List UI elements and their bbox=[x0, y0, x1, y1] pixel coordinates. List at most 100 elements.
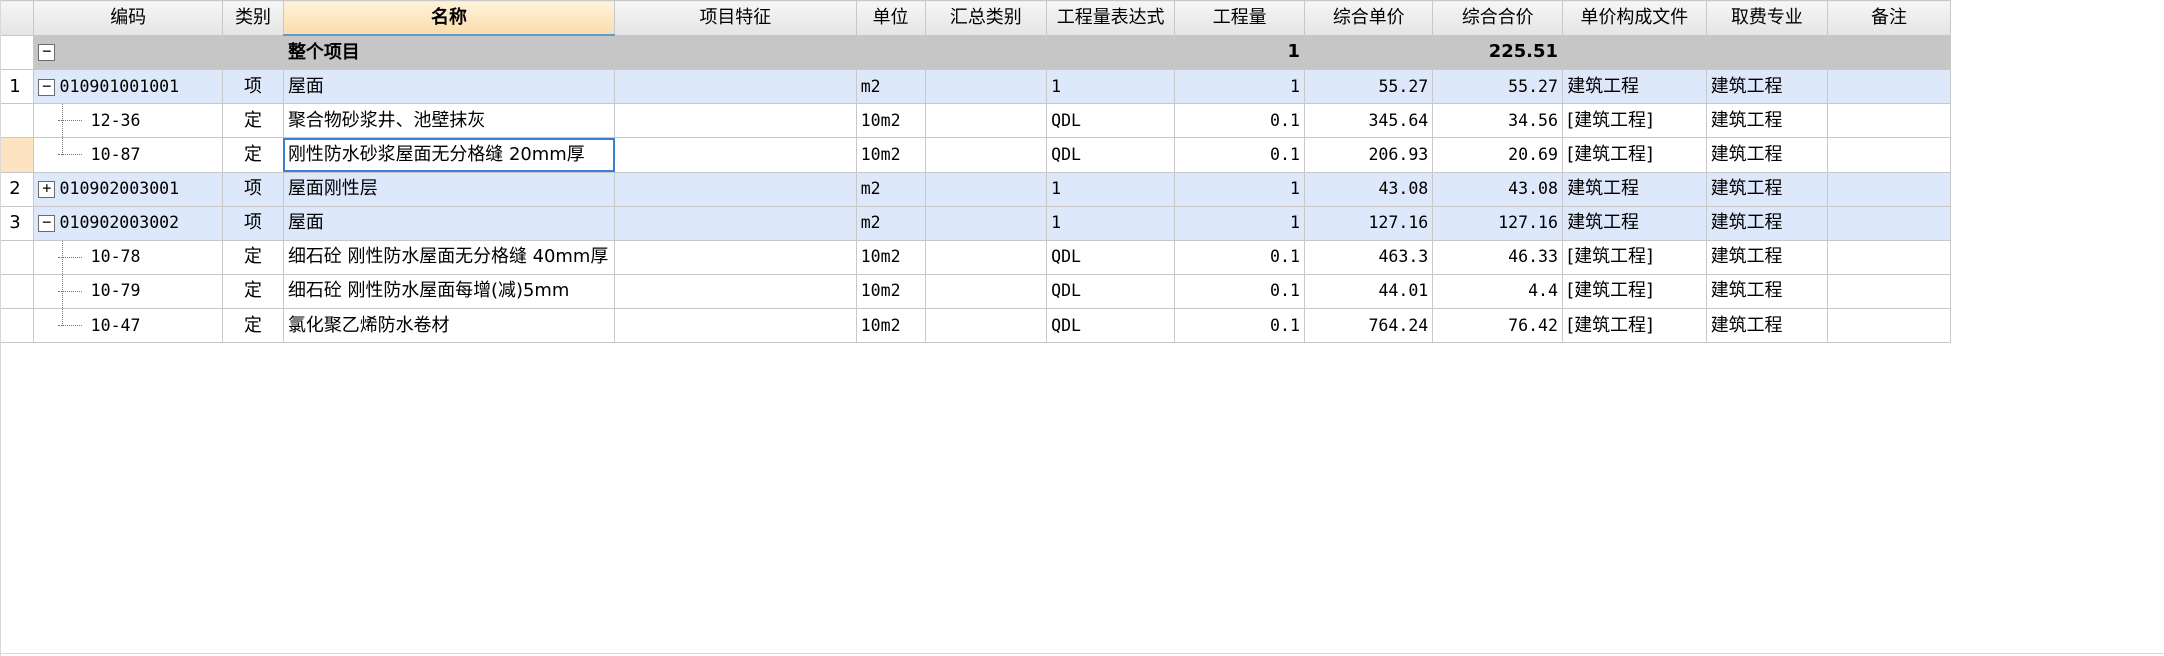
feature-cell[interactable] bbox=[614, 103, 857, 139]
fee-major-cell[interactable]: 建筑工程 bbox=[1705, 205, 1829, 241]
feature-cell[interactable] bbox=[614, 273, 857, 309]
note-cell[interactable] bbox=[1827, 137, 1951, 173]
unit-cell[interactable]: 10m2 bbox=[855, 103, 926, 139]
table-row[interactable]: 10-47 定 氯化聚乙烯防水卷材 10m2 QDL 0.1 764.24 76… bbox=[0, 307, 1951, 344]
col-header-name[interactable]: 名称 bbox=[282, 0, 616, 37]
col-header-unit-price[interactable]: 综合单价 bbox=[1304, 0, 1434, 36]
collapse-icon[interactable]: − bbox=[38, 43, 56, 61]
code-cell[interactable]: 10-79 bbox=[33, 273, 224, 309]
table-row[interactable]: 10-78 定 细石砼 刚性防水屋面无分格缝 40mm厚 10m2 QDL 0.… bbox=[0, 239, 1951, 275]
unit-price-cell[interactable]: 206.93 bbox=[1304, 137, 1434, 173]
name-cell[interactable]: 屋面 bbox=[282, 205, 616, 241]
code-cell[interactable]: +010902003001 bbox=[33, 171, 224, 207]
col-header-quantity-expression[interactable]: 工程量表达式 bbox=[1046, 0, 1176, 36]
code-cell[interactable]: 10-78 bbox=[33, 239, 224, 275]
code-cell[interactable]: −010901001001 bbox=[33, 69, 224, 105]
row-number-cell[interactable] bbox=[0, 307, 35, 344]
summary-cell[interactable] bbox=[924, 69, 1047, 105]
quantity-cell[interactable]: 1 bbox=[1174, 69, 1306, 105]
fee-major-cell[interactable] bbox=[1705, 34, 1829, 71]
unit-price-cell[interactable] bbox=[1304, 34, 1434, 71]
quantity-cell[interactable]: 0.1 bbox=[1174, 273, 1306, 309]
note-cell[interactable] bbox=[1827, 205, 1951, 241]
name-cell[interactable]: 细石砼 刚性防水屋面每增(减)5mm bbox=[282, 273, 616, 309]
quantity-cell[interactable]: 1 bbox=[1174, 205, 1306, 241]
fee-major-cell[interactable]: 建筑工程 bbox=[1705, 171, 1829, 207]
expression-cell[interactable]: 1 bbox=[1046, 171, 1176, 207]
collapse-icon[interactable]: − bbox=[38, 78, 56, 96]
type-cell[interactable]: 项 bbox=[222, 171, 284, 207]
col-header-type[interactable]: 类别 bbox=[222, 0, 284, 36]
code-cell[interactable]: 10-47 bbox=[33, 307, 224, 344]
code-cell[interactable]: 12-36 bbox=[33, 103, 224, 139]
summary-cell[interactable] bbox=[924, 205, 1047, 241]
total-price-cell[interactable]: 43.08 bbox=[1432, 171, 1564, 207]
unit-cell[interactable]: 10m2 bbox=[855, 239, 926, 275]
fee-major-cell[interactable]: 建筑工程 bbox=[1705, 239, 1829, 275]
note-cell[interactable] bbox=[1827, 69, 1951, 105]
expression-cell[interactable]: QDL bbox=[1046, 239, 1176, 275]
expression-cell[interactable]: QDL bbox=[1046, 307, 1176, 344]
price-file-cell[interactable]: [建筑工程] bbox=[1562, 103, 1707, 139]
row-number-cell[interactable] bbox=[0, 34, 35, 71]
quantity-cell[interactable]: 0.1 bbox=[1174, 307, 1306, 344]
note-cell[interactable] bbox=[1827, 34, 1951, 71]
type-cell[interactable]: 项 bbox=[222, 205, 284, 241]
code-cell[interactable]: −010902003002 bbox=[33, 205, 224, 241]
total-price-cell[interactable]: 20.69 bbox=[1432, 137, 1564, 173]
type-cell[interactable] bbox=[222, 34, 284, 71]
row-number-cell[interactable]: 1 bbox=[0, 69, 35, 105]
type-cell[interactable]: 定 bbox=[222, 137, 284, 173]
fee-major-cell[interactable]: 建筑工程 bbox=[1705, 273, 1829, 309]
unit-cell[interactable]: 10m2 bbox=[855, 307, 926, 344]
unit-price-cell[interactable]: 127.16 bbox=[1304, 205, 1434, 241]
total-price-cell[interactable]: 76.42 bbox=[1432, 307, 1564, 344]
fee-major-cell[interactable]: 建筑工程 bbox=[1705, 307, 1829, 344]
name-cell[interactable]: 屋面刚性层 bbox=[282, 171, 616, 207]
code-cell[interactable]: − bbox=[33, 34, 224, 71]
table-row[interactable]: 2 +010902003001 项 屋面刚性层 m2 1 1 43.08 43.… bbox=[0, 171, 1951, 207]
feature-cell[interactable] bbox=[614, 171, 857, 207]
row-number-cell[interactable] bbox=[0, 239, 35, 275]
name-cell[interactable]: 整个项目 bbox=[282, 34, 616, 71]
note-cell[interactable] bbox=[1827, 273, 1951, 309]
unit-price-cell[interactable]: 345.64 bbox=[1304, 103, 1434, 139]
fee-major-cell[interactable]: 建筑工程 bbox=[1705, 69, 1829, 105]
quantity-cell[interactable]: 1 bbox=[1174, 34, 1306, 71]
row-number-cell[interactable] bbox=[0, 103, 35, 139]
expression-cell[interactable]: 1 bbox=[1046, 69, 1176, 105]
type-cell[interactable]: 定 bbox=[222, 273, 284, 309]
total-price-cell[interactable]: 46.33 bbox=[1432, 239, 1564, 275]
summary-cell[interactable] bbox=[924, 307, 1047, 344]
table-row[interactable]: 3 −010902003002 项 屋面 m2 1 1 127.16 127.1… bbox=[0, 205, 1951, 241]
row-number-cell[interactable] bbox=[0, 137, 35, 173]
unit-cell[interactable]: m2 bbox=[855, 205, 926, 241]
quantity-cell[interactable]: 0.1 bbox=[1174, 239, 1306, 275]
feature-cell[interactable] bbox=[614, 69, 857, 105]
price-file-cell[interactable]: 建筑工程 bbox=[1562, 171, 1707, 207]
quantity-cell[interactable]: 0.1 bbox=[1174, 103, 1306, 139]
code-cell[interactable]: 10-87 bbox=[33, 137, 224, 173]
project-total-row[interactable]: − 整个项目 1 225.51 bbox=[0, 34, 1951, 71]
type-cell[interactable]: 定 bbox=[222, 307, 284, 344]
total-price-cell[interactable]: 4.4 bbox=[1432, 273, 1564, 309]
note-cell[interactable] bbox=[1827, 171, 1951, 207]
col-header-quantity[interactable]: 工程量 bbox=[1174, 0, 1306, 36]
price-file-cell[interactable]: [建筑工程] bbox=[1562, 137, 1707, 173]
row-number-cell[interactable]: 2 bbox=[0, 171, 35, 207]
unit-price-cell[interactable]: 44.01 bbox=[1304, 273, 1434, 309]
price-file-cell[interactable]: [建筑工程] bbox=[1562, 239, 1707, 275]
col-header-price-file[interactable]: 单价构成文件 bbox=[1562, 0, 1707, 36]
price-file-cell[interactable]: 建筑工程 bbox=[1562, 205, 1707, 241]
fee-major-cell[interactable]: 建筑工程 bbox=[1705, 103, 1829, 139]
expression-cell[interactable]: QDL bbox=[1046, 103, 1176, 139]
type-cell[interactable]: 定 bbox=[222, 239, 284, 275]
expand-icon[interactable]: + bbox=[38, 180, 56, 199]
row-number-cell[interactable] bbox=[0, 273, 35, 309]
table-row[interactable]: 10-79 定 细石砼 刚性防水屋面每增(减)5mm 10m2 QDL 0.1 … bbox=[0, 273, 1951, 309]
price-file-cell[interactable]: [建筑工程] bbox=[1562, 307, 1707, 344]
unit-cell[interactable]: m2 bbox=[855, 69, 926, 105]
total-price-cell[interactable]: 34.56 bbox=[1432, 103, 1564, 139]
unit-price-cell[interactable]: 55.27 bbox=[1304, 69, 1434, 105]
price-file-cell[interactable]: [建筑工程] bbox=[1562, 273, 1707, 309]
